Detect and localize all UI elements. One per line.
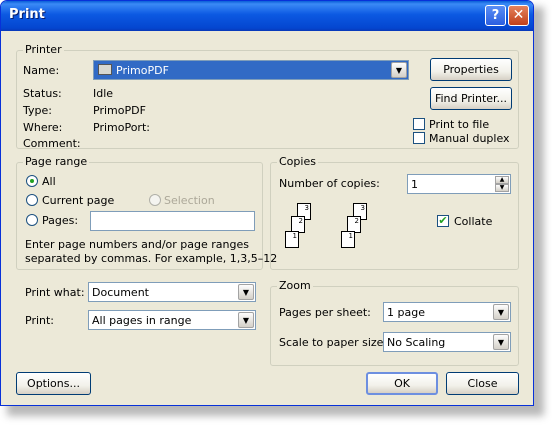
printer-name-select[interactable]: PrimoPDF ▼ bbox=[93, 60, 409, 80]
page-icon: 1 bbox=[341, 231, 355, 248]
print-what-select[interactable]: Document ▼ bbox=[88, 282, 256, 302]
print-to-file-label: Print to file bbox=[429, 118, 490, 131]
help-icon[interactable]: ? bbox=[485, 5, 506, 26]
copies-legend: Copies bbox=[277, 155, 318, 168]
close-button[interactable]: Close bbox=[446, 372, 519, 395]
name-label: Name: bbox=[23, 64, 60, 77]
selection-radio bbox=[149, 194, 161, 206]
collate-checkbox[interactable]: ✔ bbox=[437, 215, 449, 227]
scale-to-paper-value: No Scaling bbox=[387, 336, 446, 349]
printer-icon bbox=[98, 64, 112, 75]
print-value: All pages in range bbox=[92, 314, 192, 327]
spin-down-icon[interactable]: ▼ bbox=[495, 184, 509, 192]
pages-per-sheet-value: 1 page bbox=[387, 306, 425, 319]
number-of-copies-value: 1 bbox=[411, 178, 418, 191]
print-to-file-checkbox[interactable] bbox=[413, 118, 425, 130]
print-dialog: Print ? ✕ Printer Name: PrimoPDF ▼ Statu… bbox=[0, 0, 534, 406]
print-select[interactable]: All pages in range ▼ bbox=[88, 310, 256, 330]
where-value: PrimoPort: bbox=[93, 121, 150, 134]
type-label: Type: bbox=[23, 104, 52, 117]
options-button[interactable]: Options... bbox=[16, 372, 91, 395]
close-icon[interactable]: ✕ bbox=[508, 5, 529, 26]
print-label: Print: bbox=[25, 314, 55, 327]
all-label: All bbox=[42, 175, 56, 188]
find-printer-button[interactable]: Find Printer... bbox=[430, 87, 512, 110]
page-range-help-line2: separated by commas. For example, 1,3,5–… bbox=[25, 252, 278, 265]
scale-to-paper-label: Scale to paper size: bbox=[279, 336, 388, 349]
window-title: Print bbox=[9, 7, 45, 22]
manual-duplex-label: Manual duplex bbox=[429, 132, 510, 145]
comment-label: Comment: bbox=[23, 137, 81, 150]
chevron-down-icon[interactable]: ▼ bbox=[493, 334, 509, 350]
page-icon: 1 bbox=[285, 231, 299, 248]
all-radio[interactable] bbox=[26, 175, 38, 187]
pages-radio[interactable] bbox=[26, 214, 38, 226]
print-what-value: Document bbox=[92, 286, 149, 299]
page-range-legend: Page range bbox=[23, 155, 90, 168]
properties-button[interactable]: Properties bbox=[430, 58, 512, 81]
collate-illustration: 3 2 1 3 2 1 bbox=[281, 201, 391, 261]
pages-per-sheet-label: Pages per sheet: bbox=[279, 306, 371, 319]
number-of-copies-stepper[interactable]: 1 ▲ ▼ bbox=[407, 174, 511, 194]
type-value: PrimoPDF bbox=[93, 104, 146, 117]
scale-to-paper-select[interactable]: No Scaling ▼ bbox=[383, 332, 511, 352]
collate-label: Collate bbox=[454, 215, 493, 228]
chevron-down-icon[interactable]: ▼ bbox=[493, 304, 509, 320]
status-label: Status: bbox=[23, 87, 62, 100]
page-range-help-line1: Enter page numbers and/or page ranges bbox=[25, 238, 249, 251]
printer-legend: Printer bbox=[23, 43, 64, 56]
current-page-radio[interactable] bbox=[26, 194, 38, 206]
current-page-label: Current page bbox=[42, 194, 115, 207]
pages-input[interactable] bbox=[90, 211, 255, 231]
ok-button[interactable]: OK bbox=[366, 372, 438, 395]
chevron-down-icon[interactable]: ▼ bbox=[391, 62, 407, 78]
manual-duplex-checkbox[interactable] bbox=[413, 132, 425, 144]
status-value: Idle bbox=[93, 87, 114, 100]
title-bar: Print ? ✕ bbox=[1, 1, 533, 31]
chevron-down-icon[interactable]: ▼ bbox=[238, 284, 254, 300]
zoom-legend: Zoom bbox=[277, 279, 313, 292]
selection-label: Selection bbox=[164, 194, 215, 207]
number-of-copies-label: Number of copies: bbox=[279, 177, 380, 190]
chevron-down-icon[interactable]: ▼ bbox=[238, 312, 254, 328]
spin-up-icon[interactable]: ▲ bbox=[495, 176, 509, 184]
zoom-group: Zoom bbox=[270, 279, 519, 366]
pages-per-sheet-select[interactable]: 1 page ▼ bbox=[383, 302, 511, 322]
pages-label: Pages: bbox=[42, 214, 79, 227]
where-label: Where: bbox=[23, 121, 63, 134]
printer-name-value: PrimoPDF bbox=[116, 64, 169, 77]
print-what-label: Print what: bbox=[25, 286, 85, 299]
